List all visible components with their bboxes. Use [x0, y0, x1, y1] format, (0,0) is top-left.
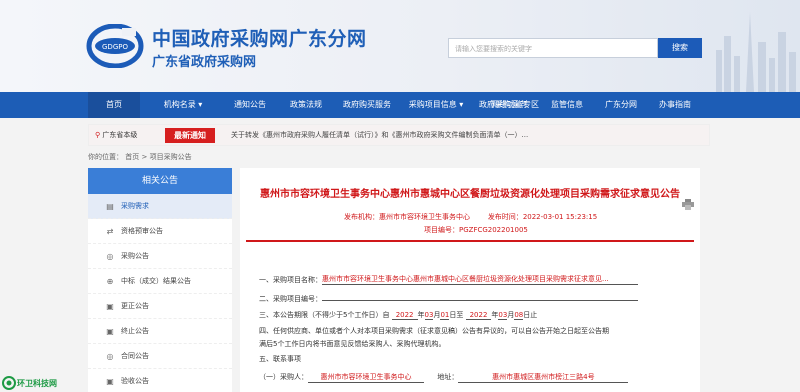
address-label: 地址： — [437, 373, 459, 381]
nav-supervision[interactable]: 监管信息 — [544, 92, 590, 118]
notice-bar: ⚲ 广东省本级 最新通知 关于转发《惠州市政府采购人履任清单（试行）》和《惠州市… — [88, 124, 710, 146]
sidebar-item-label: 终止公告 — [121, 327, 149, 335]
sidebar-item-requirements[interactable]: ▤ 采购需求 — [88, 194, 232, 219]
sidebar-item-acceptance[interactable]: ▣ 验收公告 — [88, 369, 232, 392]
year-unit: 年 — [491, 311, 499, 319]
title-divider — [246, 240, 694, 242]
publish-time-value: 2022-03-01 15:23:15 — [522, 213, 598, 221]
section-objection-line2: 满后5个工作日内将书面意见反馈给采购人、采购代理机构。 — [259, 340, 446, 348]
end-year: 2022 — [465, 311, 492, 320]
day-unit: 日止 — [523, 311, 538, 319]
location-label: 广东省本级 — [102, 131, 138, 139]
award-icon: ⊕ — [106, 277, 114, 286]
start-year: 2022 — [391, 311, 418, 320]
nav-project-info[interactable]: 采购项目信息 ▾ — [400, 92, 472, 118]
breadcrumb: 你的位置： 首页 > 项目采购公告 — [88, 152, 192, 162]
logo-text: GDGPO — [102, 43, 128, 51]
related-announcements-sidebar: 相关公告 ▤ 采购需求 ⇄ 资格预审公告 ◎ 采购公告 ⊕ 中标（成交）结果公告… — [88, 168, 232, 392]
nav-policies[interactable]: 政策法规 — [280, 92, 332, 118]
site-subtitle: 广东省政府采购网 — [152, 55, 257, 70]
nav-agency-directory[interactable]: 机构名录 ▾ — [152, 92, 214, 118]
nav-gd-branch[interactable]: 广东分网 — [598, 92, 644, 118]
section-label: 一、采购项目名称： — [259, 276, 322, 284]
section-project-name: 一、采购项目名称：惠州市市容环境卫生事务中心惠州市惠城中心区餐厨垃圾资源化处理项… — [259, 274, 638, 285]
nav-notices[interactable]: 通知公告 — [224, 92, 276, 118]
purchaser-label: （一）采购人： — [259, 373, 308, 381]
section-project-number: 二、采购项目编号： — [259, 292, 638, 304]
day-unit: 日至 — [449, 311, 464, 319]
sidebar-item-prequalification[interactable]: ⇄ 资格预审公告 — [88, 219, 232, 244]
section-objection-line1: 四、任何供应商、单位或者个人对本项目采购需求（征求意见稿）公告有异议的，可以自公… — [259, 327, 609, 335]
nav-gov-services[interactable]: 政府购买服务 — [336, 92, 398, 118]
site-title: 中国政府采购网广东分网 — [152, 28, 367, 50]
notice-marquee-link[interactable]: 关于转发《惠州市政府采购人履任清单（试行）》和《惠州市政府采购文件编制负面清单（… — [231, 130, 528, 140]
print-icon[interactable] — [682, 199, 694, 210]
article-meta-line: 发布机构：惠州市市容环境卫生事务中心 发布时间：2022-03-01 15:23… — [344, 212, 597, 222]
month-unit: 月 — [433, 311, 441, 319]
watermark-text: 环卫科技网 — [17, 379, 57, 388]
sidebar-item-correction[interactable]: ▣ 更正公告 — [88, 294, 232, 319]
section-contact-heading: 五、联系事项 — [259, 355, 301, 363]
project-number-line: 项目编号：PGZFCG202201005 — [424, 225, 528, 235]
stop-icon: ▣ — [106, 327, 114, 336]
latest-notice-badge: 最新通知 — [165, 128, 215, 143]
project-no-value: PGZFCG202201005 — [459, 226, 528, 234]
section-label: 二、采购项目编号： — [259, 295, 322, 303]
sidebar-title: 相关公告 — [88, 168, 232, 194]
watermark: 环卫科技网 — [0, 374, 74, 392]
section-period: 三、本公告期限（不得少于5个工作日）自 2022 年03月01日至 2022 年03… — [259, 310, 537, 320]
purchaser-value: 惠州市市容环境卫生事务中心 — [308, 372, 424, 383]
sidebar-item-label: 中标（成交）结果公告 — [121, 277, 191, 285]
target-icon: ◎ — [106, 252, 114, 261]
sidebar-item-termination[interactable]: ▣ 终止公告 — [88, 319, 232, 344]
gdgpo-logo[interactable]: GDGPO — [86, 24, 144, 68]
breadcrumb-home[interactable]: 首页 — [125, 153, 139, 161]
checklist-icon: ▣ — [106, 377, 114, 386]
location-selector[interactable]: ⚲ 广东省本级 — [95, 130, 137, 140]
nav-network-zone[interactable]: 网络功能专区 — [484, 92, 546, 118]
document-icon: ▤ — [106, 202, 114, 211]
address-value: 惠州市惠城区惠州市榜江三路4号 — [458, 372, 629, 383]
watermark-logo-icon — [2, 376, 16, 390]
announcement-article: 惠州市市容环境卫生事务中心惠州市惠城中心区餐厨垃圾资源化处理项目采购需求征求意见… — [240, 168, 700, 392]
project-name-value: 惠州市市容环境卫生事务中心惠州市惠城中心区餐厨垃圾资源化处理项目采购需求征求意见… — [322, 274, 638, 285]
end-month: 03 — [498, 311, 508, 320]
sidebar-item-contract[interactable]: ◎ 合同公告 — [88, 344, 232, 369]
breadcrumb-current[interactable]: 项目采购公告 — [150, 153, 192, 161]
edit-icon: ▣ — [106, 302, 114, 311]
period-text: 三、本公告期限（不得少于5个工作日）自 — [259, 311, 390, 319]
exchange-icon: ⇄ — [106, 227, 114, 236]
publisher-label: 发布机构： — [344, 213, 379, 221]
publisher-value: 惠州市市容环境卫生事务中心 — [379, 213, 470, 221]
project-number-blank — [322, 292, 638, 301]
sidebar-item-label: 合同公告 — [121, 352, 149, 360]
sidebar-item-award-results[interactable]: ⊕ 中标（成交）结果公告 — [88, 269, 232, 294]
site-header: GDGPO 中国政府采购网广东分网 广东省政府采购网 请输入您要搜索的关键字 搜… — [0, 0, 800, 92]
nav-guide[interactable]: 办事指南 — [652, 92, 698, 118]
sidebar-item-label: 采购公告 — [121, 252, 149, 260]
section-purchaser: （一）采购人： 惠州市市容环境卫生事务中心 地址： 惠州市惠城区惠州市榜江三路4号 — [259, 372, 629, 383]
location-pin-icon: ⚲ — [95, 131, 101, 139]
sidebar-item-label: 验收公告 — [121, 377, 149, 385]
sidebar-item-label: 资格预审公告 — [121, 227, 163, 235]
end-day: 08 — [514, 311, 524, 320]
search-button[interactable]: 搜索 — [658, 38, 702, 58]
main-nav: 首页 机构名录 ▾ 通知公告 政策法规 政府购买服务 采购项目信息 ▾ 政府采购… — [0, 92, 800, 118]
city-skyline-image — [716, 12, 796, 92]
sidebar-item-procurement[interactable]: ◎ 采购公告 — [88, 244, 232, 269]
month-unit: 月 — [507, 311, 515, 319]
project-no-label: 项目编号： — [424, 226, 459, 234]
breadcrumb-prefix: 你的位置： — [88, 153, 123, 161]
publish-time-label: 发布时间： — [487, 213, 523, 221]
sidebar-item-label: 更正公告 — [121, 302, 149, 310]
nav-home[interactable]: 首页 — [88, 92, 140, 118]
breadcrumb-separator: > — [141, 153, 148, 161]
article-title: 惠州市市容环境卫生事务中心惠州市惠城中心区餐厨垃圾资源化处理项目采购需求征求意见… — [260, 189, 680, 200]
year-unit: 年 — [417, 311, 425, 319]
contract-icon: ◎ — [106, 352, 114, 361]
sidebar-item-label: 采购需求 — [121, 202, 149, 210]
search-input[interactable]: 请输入您要搜索的关键字 — [448, 38, 658, 58]
